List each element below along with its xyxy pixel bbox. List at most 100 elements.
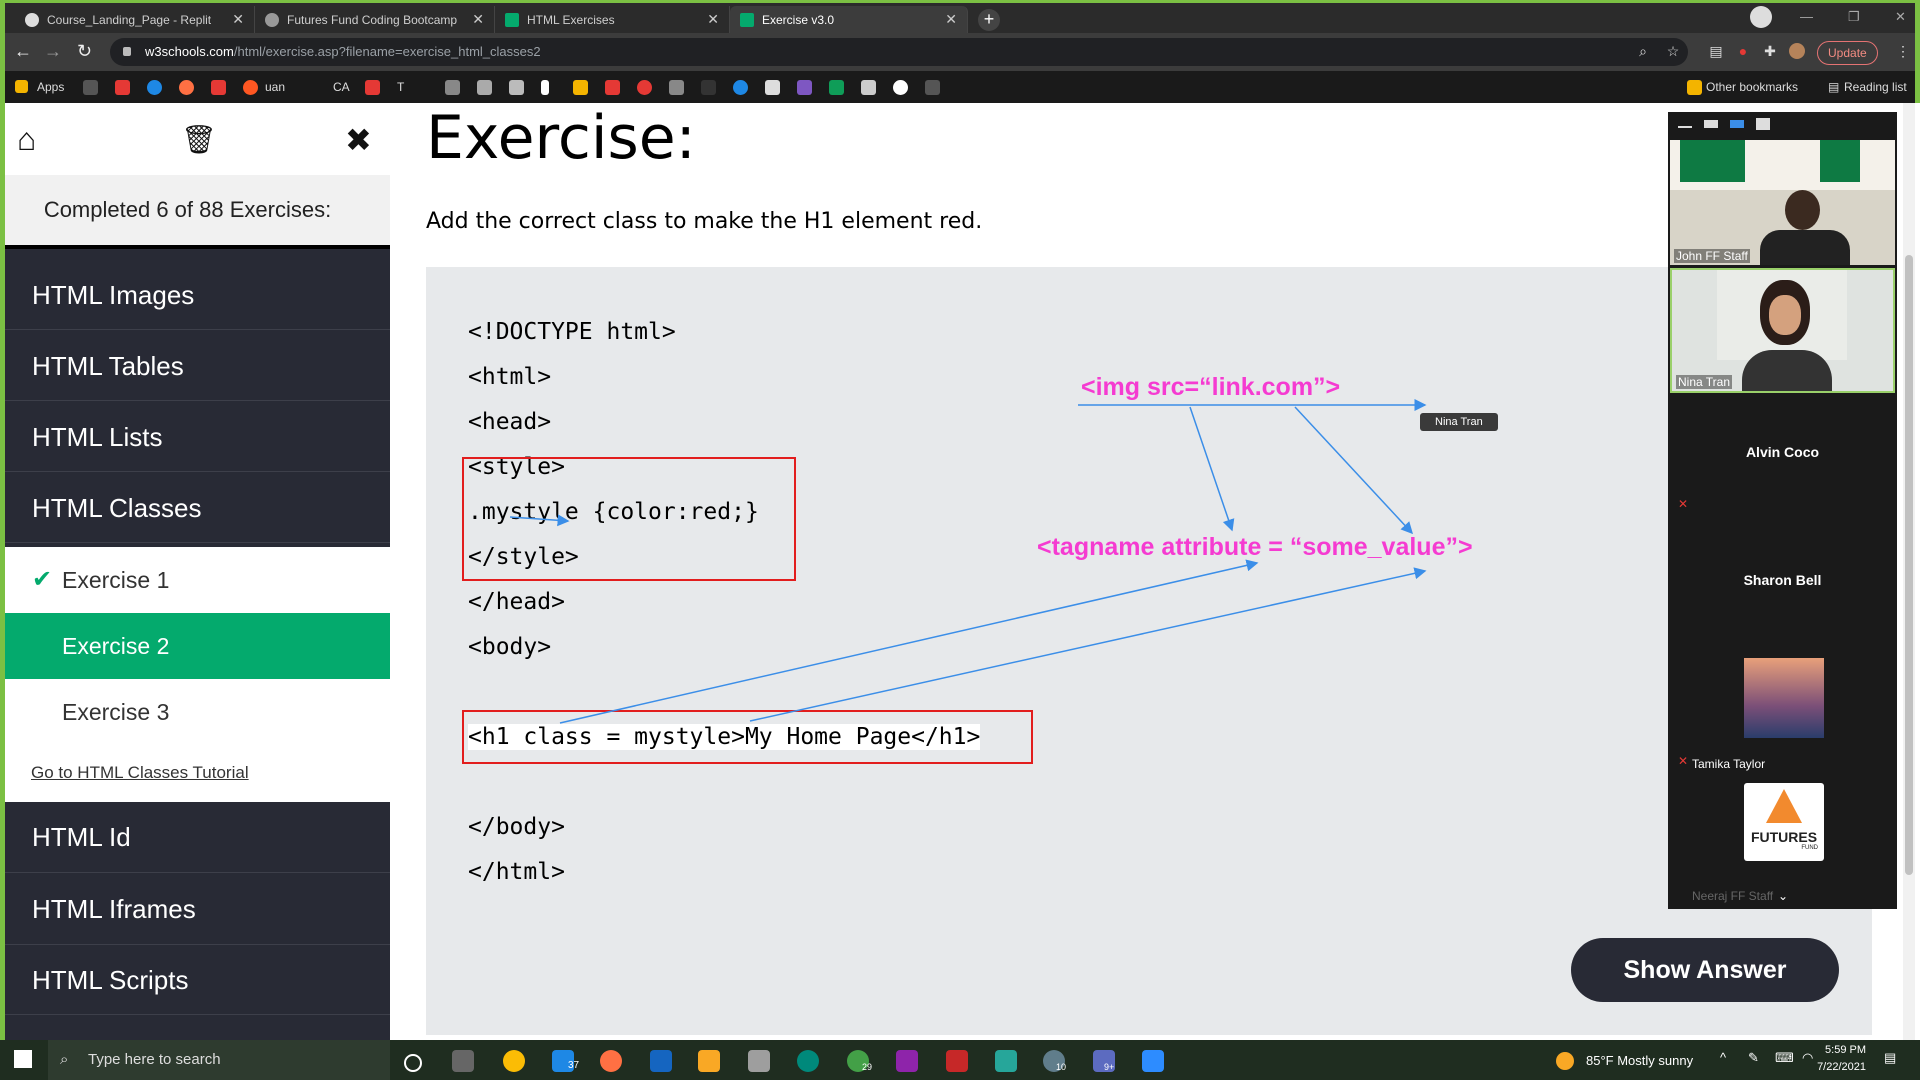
clock-time[interactable]: 5:59 PM bbox=[1812, 1044, 1866, 1056]
extension-icon[interactable]: ● bbox=[1735, 43, 1751, 59]
sidebar-item-html-id[interactable]: HTML Id bbox=[5, 802, 390, 873]
minimize-icon[interactable]: — bbox=[1800, 9, 1813, 24]
bookmark-icon[interactable] bbox=[861, 80, 876, 95]
restore-icon[interactable]: ❐ bbox=[1848, 9, 1860, 25]
zotero-icon[interactable] bbox=[115, 80, 130, 95]
trash-icon[interactable]: 🗑 bbox=[181, 123, 217, 156]
keyboard-icon[interactable]: ⌨ bbox=[1775, 1050, 1794, 1066]
chevron-down-icon[interactable]: ⌄ bbox=[1778, 889, 1788, 903]
show-answer-button[interactable]: Show Answer bbox=[1571, 938, 1839, 1002]
bookmark-icon[interactable] bbox=[765, 80, 780, 95]
participant-tile-neeraj[interactable]: FUTURES FUND Neeraj FF Staff ⌄ bbox=[1670, 780, 1895, 905]
ca-bookmark[interactable]: CA bbox=[333, 80, 350, 94]
sidebar-item-html-tables[interactable]: HTML Tables bbox=[5, 331, 390, 401]
back-icon[interactable]: ← bbox=[14, 41, 32, 62]
extensions-puzzle-icon[interactable]: ✚ bbox=[1762, 43, 1778, 59]
reading-list-icon[interactable]: ▤ bbox=[1828, 80, 1839, 94]
notifications-icon[interactable]: ▤ bbox=[1884, 1050, 1896, 1066]
edge-icon[interactable] bbox=[733, 80, 748, 95]
bookmark-icon[interactable] bbox=[509, 80, 524, 95]
participant-tile-alvin[interactable]: Alvin Coco ✕ bbox=[1670, 396, 1895, 521]
sidebar-item-html-iframes[interactable]: HTML Iframes bbox=[5, 873, 390, 945]
participant-tile-john[interactable]: John FF Staff bbox=[1670, 140, 1895, 265]
sidebar-item-html-lists[interactable]: HTML Lists bbox=[5, 402, 390, 472]
bookmark-icon[interactable] bbox=[477, 80, 492, 95]
t-bookmark[interactable]: T bbox=[397, 80, 404, 94]
close-icon[interactable]: ✕ bbox=[707, 11, 719, 28]
weather-text[interactable]: 85°F Mostly sunny bbox=[1586, 1053, 1693, 1068]
file-explorer-icon[interactable] bbox=[698, 1050, 720, 1072]
forward-icon[interactable]: → bbox=[44, 41, 62, 62]
other-bookmarks[interactable]: Other bookmarks bbox=[1706, 80, 1798, 94]
weather-icon[interactable] bbox=[1556, 1052, 1574, 1070]
bookmark-icon[interactable] bbox=[797, 80, 812, 95]
apps-grid-icon[interactable] bbox=[15, 80, 28, 93]
exercise-2-item[interactable]: Exercise 2 bbox=[5, 613, 390, 679]
minimize-icon[interactable] bbox=[1678, 126, 1692, 128]
lock-icon[interactable] bbox=[123, 47, 131, 56]
bookmark-icon[interactable] bbox=[179, 80, 194, 95]
clock-date[interactable]: 7/22/2021 bbox=[1804, 1061, 1866, 1073]
bookmark-icon[interactable] bbox=[893, 80, 908, 95]
tutorial-link[interactable]: Go to HTML Classes Tutorial bbox=[31, 763, 249, 783]
home-icon[interactable]: ⌂ bbox=[17, 121, 36, 158]
pen-icon[interactable]: ✎ bbox=[1748, 1050, 1759, 1066]
uan-bookmark[interactable]: uan bbox=[265, 80, 285, 94]
sidebar-item-html-scripts[interactable]: HTML Scripts bbox=[5, 945, 390, 1015]
onenote-icon[interactable] bbox=[896, 1050, 918, 1072]
app-icon[interactable] bbox=[748, 1050, 770, 1072]
app-icon[interactable] bbox=[995, 1050, 1017, 1072]
edge-icon[interactable] bbox=[797, 1050, 819, 1072]
bookmark-icon[interactable] bbox=[605, 80, 620, 95]
strip-view-icon[interactable] bbox=[1730, 120, 1744, 128]
close-icon[interactable]: ✕ bbox=[232, 11, 244, 28]
address-bar[interactable]: w3schools.com/html/exercise.asp?filename… bbox=[110, 38, 1688, 66]
bookmark-icon[interactable] bbox=[669, 80, 684, 95]
close-icon[interactable]: ✕ bbox=[945, 11, 957, 28]
docs-extension-icon[interactable]: ▤ bbox=[1708, 43, 1724, 59]
windows-start-icon[interactable] bbox=[14, 1050, 32, 1068]
app-icon[interactable] bbox=[946, 1050, 968, 1072]
participant-tile-tamika[interactable]: ✕ Tamika Taylor bbox=[1670, 652, 1895, 777]
reload-icon[interactable]: ↻ bbox=[77, 41, 92, 62]
firefox-icon[interactable] bbox=[600, 1050, 622, 1072]
more-menu-icon[interactable]: ⋮ bbox=[1895, 43, 1911, 59]
cortana-icon[interactable] bbox=[404, 1054, 422, 1072]
close-window-icon[interactable]: ✕ bbox=[1895, 9, 1906, 25]
participant-tile-sharon[interactable]: Sharon Bell bbox=[1670, 524, 1895, 649]
bookmark-icon[interactable] bbox=[445, 80, 460, 95]
participant-tile-nina[interactable]: Nina Tran bbox=[1670, 268, 1895, 393]
tumblr-icon[interactable] bbox=[541, 80, 549, 95]
bookmark-star-icon[interactable]: ☆ bbox=[1665, 43, 1681, 59]
sidebar-item-html-images[interactable]: HTML Images bbox=[5, 260, 390, 330]
bookmark-icon[interactable] bbox=[365, 80, 380, 95]
bookmark-icon[interactable] bbox=[925, 80, 940, 95]
bookmark-icon[interactable] bbox=[211, 80, 226, 95]
speaker-view-icon[interactable] bbox=[1704, 120, 1718, 128]
exercise-1-item[interactable]: ✔ Exercise 1 bbox=[5, 547, 390, 613]
sidebar-item-html-classes[interactable]: HTML Classes bbox=[5, 473, 390, 543]
tab-exercise-v3[interactable]: Exercise v3.0 ✕ bbox=[730, 6, 968, 33]
chevron-up-icon[interactable]: ^ bbox=[1720, 1050, 1726, 1065]
new-tab-button[interactable]: + bbox=[978, 9, 1000, 31]
bookmark-icon[interactable] bbox=[83, 80, 98, 95]
task-view-icon[interactable] bbox=[452, 1050, 474, 1072]
bookmark-icon[interactable] bbox=[701, 80, 716, 95]
sheets-icon[interactable] bbox=[829, 80, 844, 95]
zoom-icon[interactable]: ⌕ bbox=[1635, 43, 1651, 59]
edge-icon[interactable] bbox=[147, 80, 162, 95]
bookmark-icon[interactable] bbox=[637, 80, 652, 95]
scrollbar-thumb[interactable] bbox=[1905, 255, 1913, 875]
avatar[interactable] bbox=[1789, 43, 1805, 59]
reddit-icon[interactable] bbox=[243, 80, 258, 95]
bookmark-icon[interactable] bbox=[573, 80, 588, 95]
chrome-icon[interactable] bbox=[503, 1050, 525, 1072]
apps-bookmark[interactable]: Apps bbox=[37, 80, 64, 94]
tab-replit[interactable]: Course_Landing_Page - Replit ✕ bbox=[15, 6, 255, 33]
exercise-3-item[interactable]: Exercise 3 bbox=[5, 679, 390, 745]
update-button[interactable]: Update bbox=[1817, 41, 1878, 65]
close-icon[interactable]: ✕ bbox=[472, 11, 484, 28]
outlook-icon[interactable] bbox=[650, 1050, 672, 1072]
profile-menu-icon[interactable] bbox=[1750, 6, 1772, 28]
reading-list[interactable]: Reading list bbox=[1844, 80, 1907, 94]
